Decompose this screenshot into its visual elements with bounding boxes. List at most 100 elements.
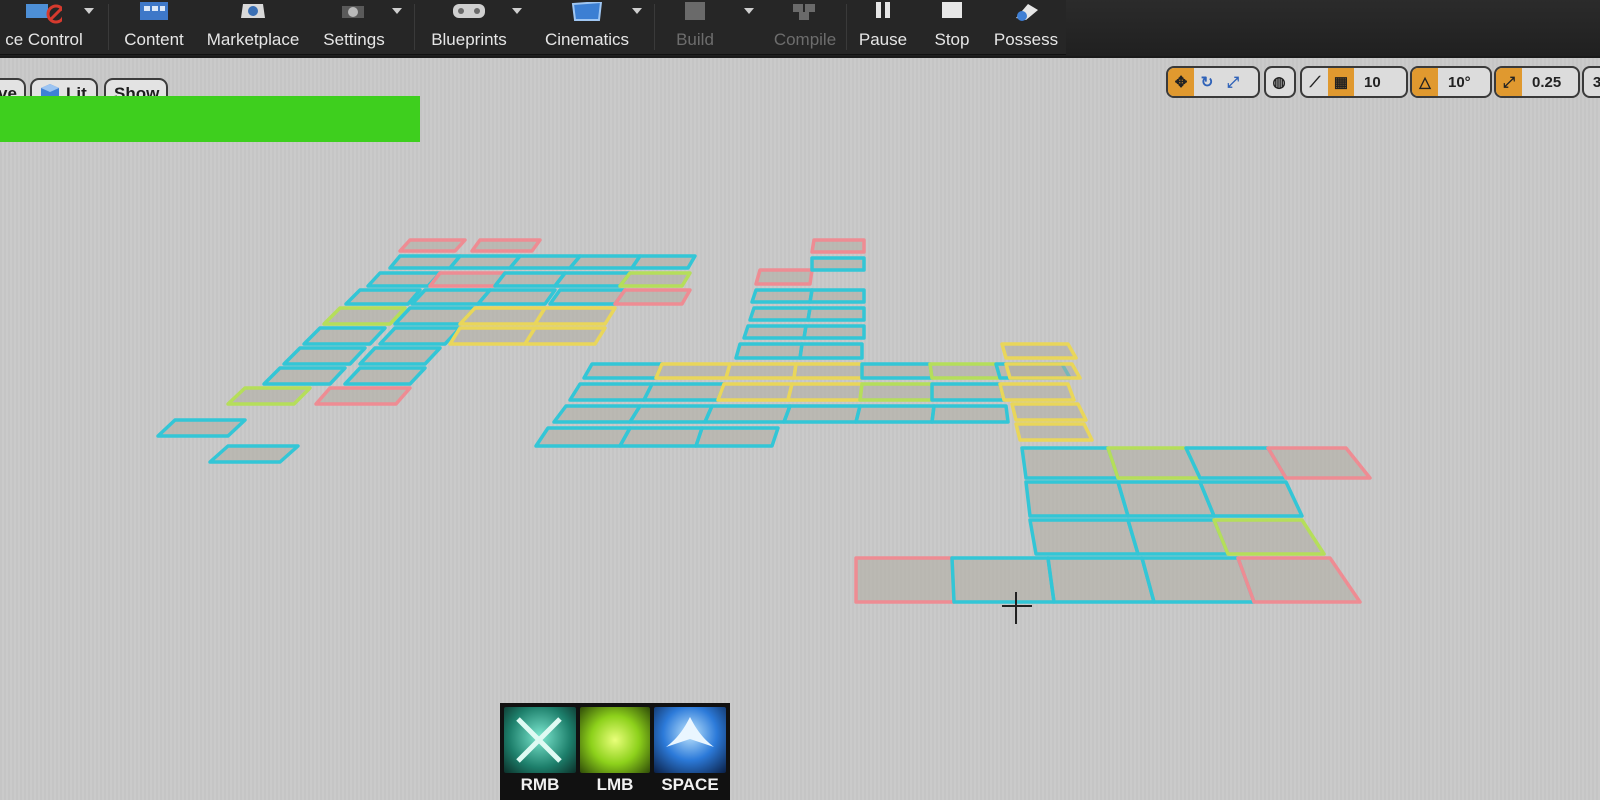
grid-tile <box>642 382 726 402</box>
stop-label: Stop <box>934 30 970 49</box>
grid-tile <box>1014 422 1094 442</box>
settings-dropdown-icon[interactable] <box>392 8 402 14</box>
tile-grid <box>156 238 1372 624</box>
grid-tile <box>1020 446 1120 480</box>
settings-button[interactable]: Settings <box>314 0 394 54</box>
skill-key-label: LMB <box>596 775 634 794</box>
grid-tile <box>553 271 632 288</box>
compile-blocks-icon <box>787 2 823 24</box>
compile-label: Compile <box>773 30 837 49</box>
build-dropdown-icon[interactable] <box>744 8 754 14</box>
cinematics-dropdown-icon[interactable] <box>632 8 642 14</box>
grid-tile <box>314 386 412 406</box>
grid-tile <box>458 306 547 326</box>
grid-tile <box>618 426 704 448</box>
grid-tile <box>322 306 407 326</box>
content-label: Content <box>124 30 184 49</box>
crossed-swords-icon <box>504 707 576 773</box>
pause-button[interactable]: Pause <box>852 0 914 54</box>
skill-slot-lmb[interactable]: LMB <box>580 707 650 796</box>
grid-tile <box>1116 480 1216 518</box>
grid-tile <box>854 404 936 424</box>
skill-slot-space[interactable]: SPACE <box>654 707 726 796</box>
grid-tile <box>742 324 808 340</box>
grid-tile <box>582 362 664 380</box>
editor-toolbar: ce Control Content Marketplace Settings … <box>0 0 1600 56</box>
toolbar-divider <box>654 4 655 50</box>
grid-tile <box>703 404 792 424</box>
grid-tile <box>810 256 866 272</box>
grid-tile <box>343 366 427 386</box>
grid-tile <box>716 382 794 402</box>
marketplace-icon <box>235 2 271 24</box>
blueprints-dropdown-icon[interactable] <box>512 8 522 14</box>
grid-tile <box>378 326 462 346</box>
build-cube-icon <box>677 2 713 24</box>
skill-key-label: RMB <box>520 775 560 794</box>
grid-tile <box>748 306 812 322</box>
grid-tile <box>398 238 467 253</box>
grid-tile <box>724 362 798 380</box>
blueprints-button[interactable]: Blueprints <box>424 0 514 54</box>
possess-button[interactable]: Possess <box>988 0 1064 54</box>
settings-label: Settings <box>323 30 385 49</box>
grid-tile <box>628 404 714 424</box>
grid-tile <box>226 386 312 406</box>
grid-tile <box>208 444 300 464</box>
pause-icon <box>865 2 901 24</box>
grid-tile <box>854 556 956 604</box>
compile-button[interactable]: Compile <box>770 0 840 54</box>
burst-icon <box>580 707 650 773</box>
wing-dash-icon <box>654 707 726 773</box>
grid-tile <box>262 366 347 386</box>
cinematics-icon <box>569 0 605 24</box>
grid-tile <box>1046 556 1156 604</box>
marketplace-button[interactable]: Marketplace <box>202 0 304 54</box>
grid-tile <box>533 306 617 326</box>
settings-icon <box>336 2 372 24</box>
skill-slot-rmb[interactable]: RMB <box>504 707 576 796</box>
source-control-dropdown-icon[interactable] <box>84 8 94 14</box>
grid-tile <box>1140 556 1256 604</box>
grid-tile <box>858 382 934 402</box>
source-control-icon <box>26 2 66 24</box>
cinematics-button[interactable]: Cinematics <box>538 0 636 54</box>
blueprints-icon <box>451 2 487 24</box>
grid-tile <box>860 362 934 380</box>
grid-tile <box>808 288 866 304</box>
grid-tile <box>1212 518 1326 556</box>
content-button[interactable]: Content <box>118 0 190 54</box>
grid-tile <box>786 382 864 402</box>
toolbar-divider <box>108 4 109 50</box>
grid-tile <box>1010 402 1088 422</box>
grid-tile <box>523 326 607 346</box>
pause-label: Pause <box>858 30 908 49</box>
skill-key-label: SPACE <box>661 775 719 794</box>
grid-tile <box>1236 556 1362 604</box>
build-button[interactable]: Build <box>662 0 728 54</box>
grid-tile <box>448 326 537 346</box>
grid-tile <box>1004 362 1082 380</box>
grid-tile <box>998 382 1076 402</box>
grid-tile <box>694 426 780 448</box>
blueprints-label: Blueprints <box>431 30 507 49</box>
level-viewport[interactable]: ve Lit Show ✥ ↻ ⤢ ◍ ⟋ ▦ 10 △ 10° ⤢ 0.25 … <box>0 58 1600 800</box>
source-control-label: ce Control <box>5 30 83 49</box>
grid-tile <box>928 362 1002 380</box>
grid-tile <box>750 288 814 304</box>
build-label: Build <box>676 30 714 49</box>
grid-tile <box>366 271 442 288</box>
grid-tile <box>1028 518 1140 556</box>
grid-tile <box>950 556 1056 604</box>
skill-action-bar: RMB LMB SPACE <box>500 703 730 800</box>
grid-tile <box>282 346 367 366</box>
grid-tile <box>930 382 1006 402</box>
grid-tile <box>930 404 1010 424</box>
grid-tile <box>534 426 632 448</box>
possess-label: Possess <box>993 30 1059 49</box>
stop-button[interactable]: Stop <box>924 0 980 54</box>
stop-icon <box>934 2 970 24</box>
grid-tile <box>1000 342 1078 360</box>
grid-tile <box>782 404 862 424</box>
grid-tile <box>798 342 864 360</box>
